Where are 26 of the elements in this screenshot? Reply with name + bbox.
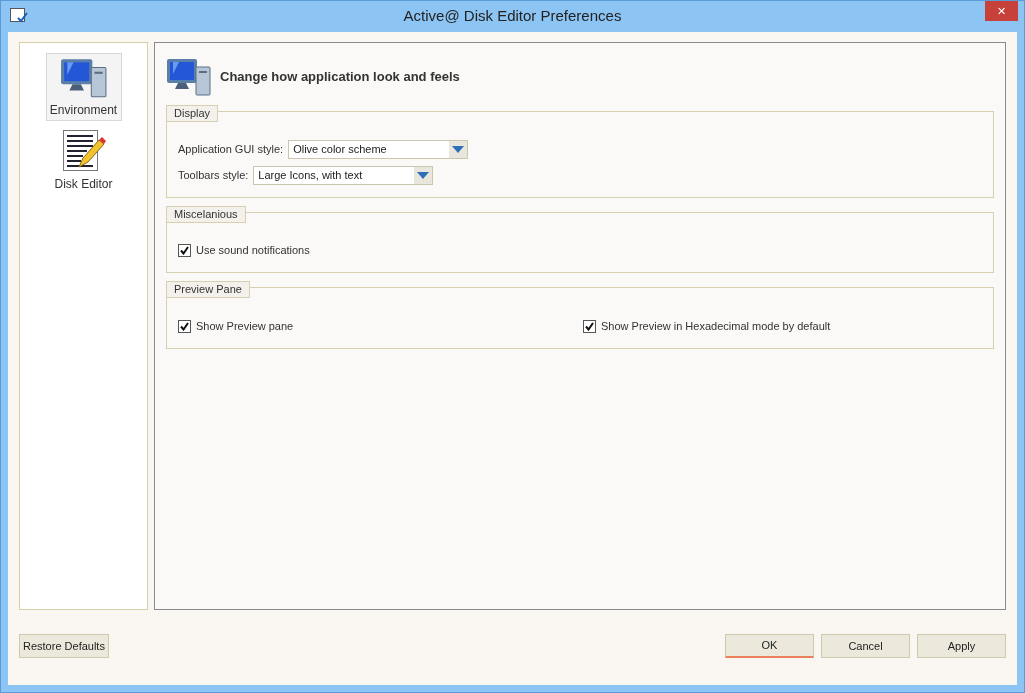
restore-defaults-button[interactable]: Restore Defaults [19, 634, 109, 658]
group-title: Preview Pane [166, 281, 250, 298]
checkbox[interactable] [178, 319, 191, 333]
window-title: Active@ Disk Editor Preferences [403, 6, 622, 27]
close-button[interactable]: ✕ [985, 1, 1018, 21]
dialog-button[interactable]: OK [725, 634, 814, 658]
checkbox[interactable] [178, 243, 191, 257]
group-title: Display [166, 105, 219, 122]
group-title: Miscelanious [166, 206, 246, 223]
checkbox[interactable] [583, 319, 596, 333]
style-dropdown[interactable]: Large Icons, with text [253, 165, 434, 185]
style-dropdown[interactable]: Olive color scheme [288, 139, 469, 159]
checkbox-label: Show Preview pane [196, 318, 294, 334]
field-label: Toolbars style: [178, 167, 249, 183]
app-icon [10, 8, 28, 24]
checkbox-label: Use sound notifications [196, 242, 310, 258]
dialog-button[interactable]: Cancel [821, 634, 910, 658]
header-title: Change how application look and feels [220, 68, 460, 87]
sidebar-item[interactable]: Environment [45, 53, 122, 121]
computer-icon [59, 57, 108, 99]
document-pencil-icon [60, 129, 107, 173]
sidebar-item[interactable]: Disk Editor [45, 125, 122, 195]
field-label: Application GUI style: [178, 141, 284, 157]
computer-icon [166, 57, 212, 97]
checkbox-label: Show Preview in Hexadecimal mode by default [601, 318, 831, 334]
dialog-button[interactable]: Apply [917, 634, 1006, 658]
